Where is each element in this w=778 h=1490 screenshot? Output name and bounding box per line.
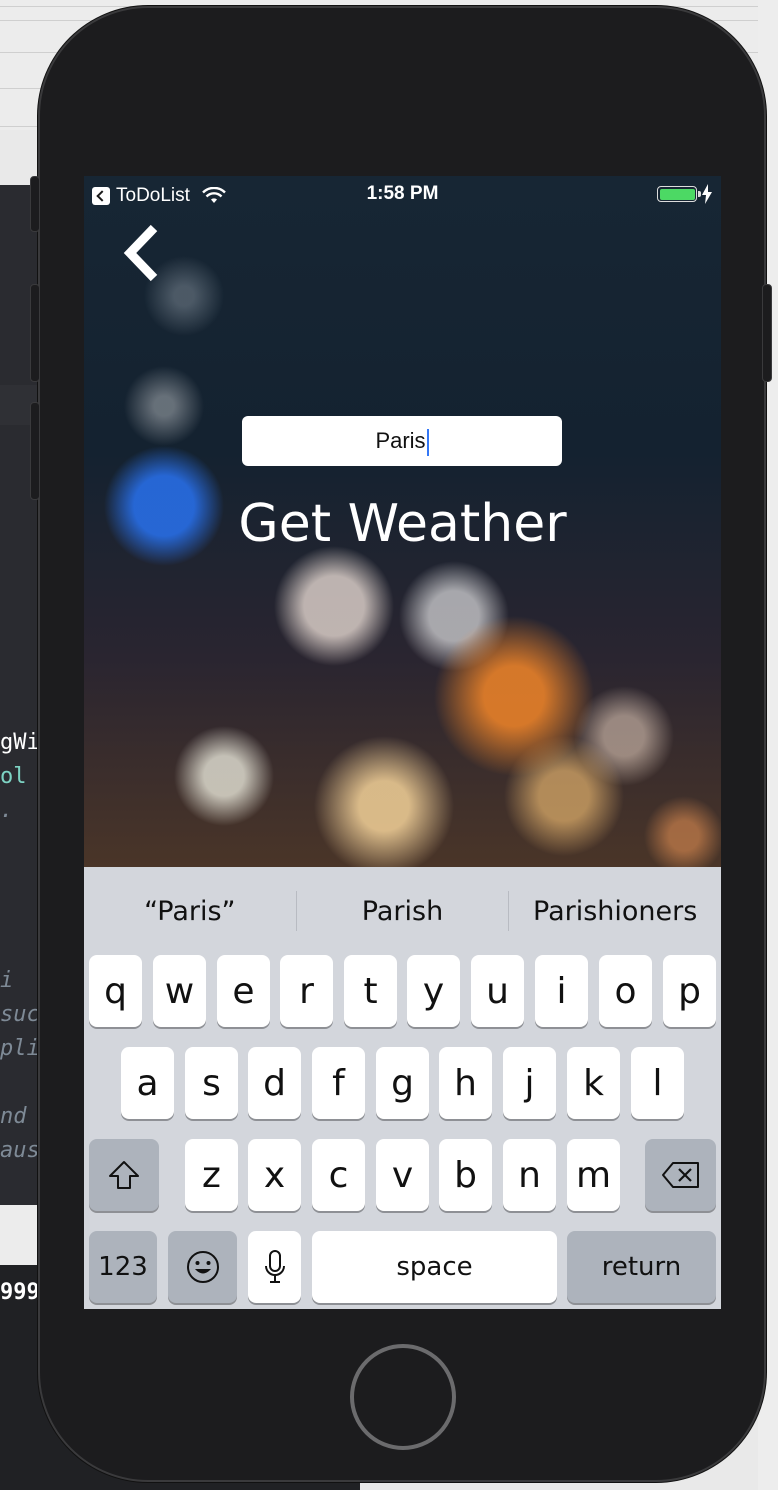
key-f[interactable]: f [312, 1047, 365, 1119]
key-i[interactable]: i [535, 955, 588, 1027]
key-o[interactable]: o [599, 955, 652, 1027]
key-l[interactable]: l [631, 1047, 684, 1119]
key-s[interactable]: s [185, 1047, 238, 1119]
key-p[interactable]: p [663, 955, 716, 1027]
status-time: 1:58 PM [366, 183, 439, 204]
code-line: ol [0, 764, 27, 789]
shift-key[interactable] [89, 1139, 159, 1211]
power-button[interactable] [762, 284, 772, 382]
code-line: gWi [0, 730, 40, 755]
chevron-left-icon[interactable] [120, 222, 168, 284]
key-d[interactable]: d [248, 1047, 301, 1119]
key-v[interactable]: v [376, 1139, 429, 1211]
suggestion-2[interactable]: Parish [297, 867, 509, 955]
charging-bolt-icon [702, 184, 712, 204]
code-line: suc [0, 1002, 40, 1027]
emoji-key[interactable] [168, 1231, 237, 1303]
emoji-icon [186, 1251, 219, 1283]
city-name-input[interactable]: Paris [242, 416, 562, 466]
battery-icon [657, 186, 701, 202]
microphone-icon [264, 1250, 285, 1283]
backspace-icon [661, 1162, 699, 1188]
key-r[interactable]: r [280, 955, 333, 1027]
text-cursor [426, 428, 429, 456]
volume-down-button[interactable] [30, 402, 40, 500]
key-m[interactable]: m [567, 1139, 620, 1211]
key-x[interactable]: x [248, 1139, 301, 1211]
return-key[interactable]: return [567, 1231, 716, 1303]
delete-key[interactable] [645, 1139, 716, 1211]
get-weather-button[interactable]: Get Weather [84, 494, 721, 554]
code-line: aus [0, 1138, 40, 1163]
volume-up-button[interactable] [30, 284, 40, 382]
key-k[interactable]: k [567, 1047, 620, 1119]
key-t[interactable]: t [344, 955, 397, 1027]
status-bar: ToDoList 1:58 PM [84, 176, 721, 212]
numbers-key[interactable]: 123 [89, 1231, 157, 1303]
key-e[interactable]: e [217, 955, 270, 1027]
key-z[interactable]: z [185, 1139, 238, 1211]
home-button[interactable] [350, 1344, 456, 1450]
key-n[interactable]: n [503, 1139, 556, 1211]
code-line: 999 [0, 1280, 40, 1305]
key-g[interactable]: g [376, 1047, 429, 1119]
key-a[interactable]: a [121, 1047, 174, 1119]
simulator-screen: ToDoList 1:58 PM Paris Get Weather “Pari… [84, 176, 721, 1309]
code-line: . [0, 798, 14, 823]
key-y[interactable]: y [407, 955, 460, 1027]
key-c[interactable]: c [312, 1139, 365, 1211]
code-line: nd [0, 1104, 27, 1129]
suggestion-1[interactable]: “Paris” [84, 867, 296, 955]
keyboard: “Paris” Parish Parishioners q w e r t y … [84, 867, 721, 1309]
key-j[interactable]: j [503, 1047, 556, 1119]
code-line: pli [0, 1036, 40, 1061]
suggestion-3[interactable]: Parishioners [509, 867, 721, 955]
predictive-bar: “Paris” Parish Parishioners [84, 867, 721, 955]
key-u[interactable]: u [471, 955, 524, 1027]
mute-switch[interactable] [30, 176, 40, 232]
key-q[interactable]: q [89, 955, 142, 1027]
key-w[interactable]: w [153, 955, 206, 1027]
dictation-key[interactable] [248, 1231, 301, 1303]
key-h[interactable]: h [439, 1047, 492, 1119]
code-line: i [0, 968, 14, 993]
shift-arrow-icon [109, 1161, 139, 1189]
key-b[interactable]: b [439, 1139, 492, 1211]
city-input-value: Paris [375, 428, 426, 453]
space-key[interactable]: space [312, 1231, 557, 1303]
